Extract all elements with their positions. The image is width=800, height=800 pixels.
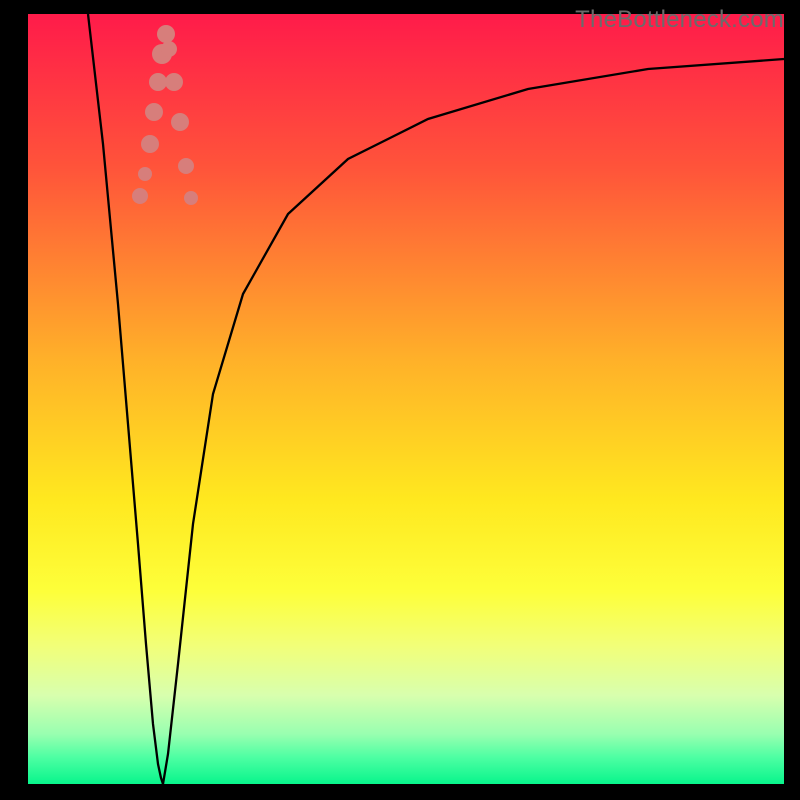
dip-marker bbox=[171, 113, 189, 131]
dip-marker bbox=[184, 191, 198, 205]
dip-marker bbox=[161, 41, 177, 57]
dip-marker bbox=[178, 158, 194, 174]
dip-marker bbox=[157, 25, 175, 43]
watermark-text: TheBottleneck.com bbox=[575, 6, 784, 34]
dip-marker bbox=[138, 167, 152, 181]
dip-marker bbox=[141, 135, 159, 153]
dip-marker bbox=[165, 73, 183, 91]
chart-svg bbox=[28, 14, 784, 784]
dip-marker bbox=[132, 188, 148, 204]
dip-marker bbox=[149, 73, 167, 91]
dip-marker bbox=[145, 103, 163, 121]
chart-frame bbox=[28, 14, 784, 784]
